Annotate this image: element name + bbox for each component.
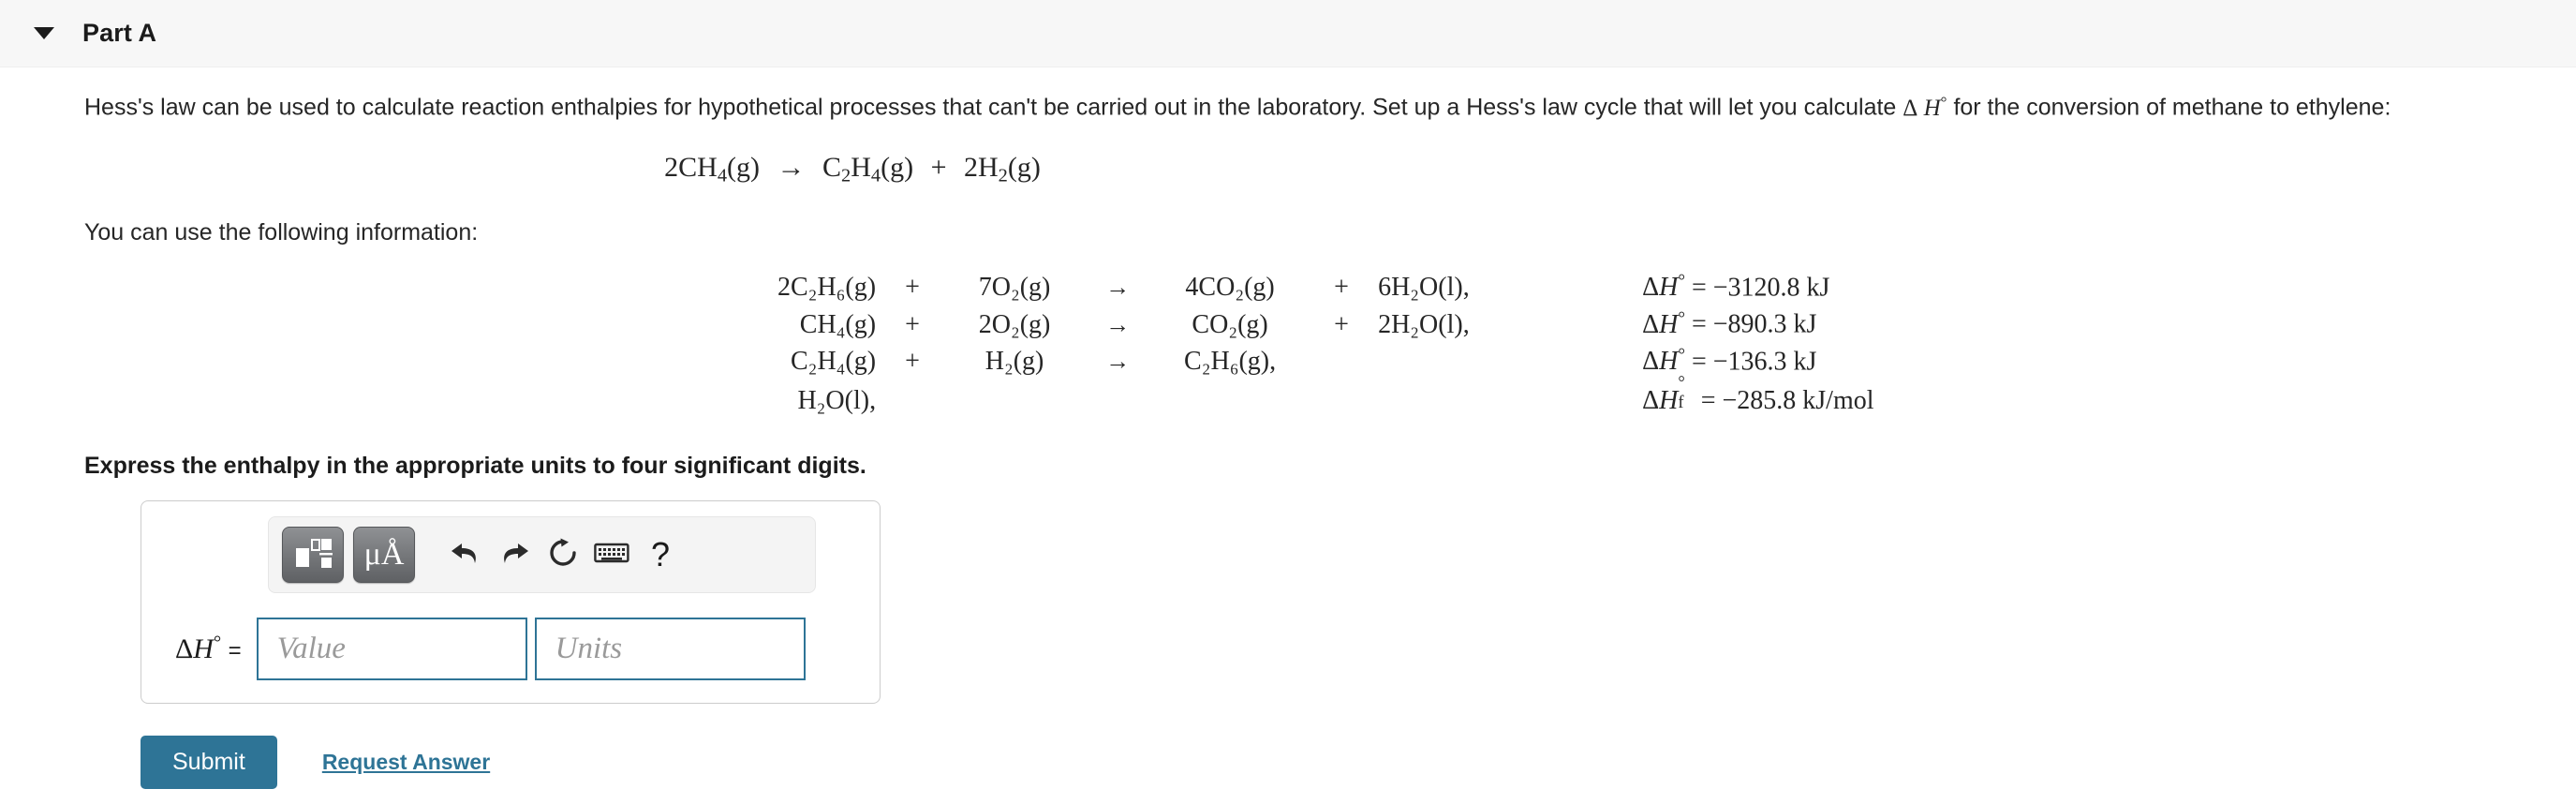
undo-arrow-icon: [449, 538, 482, 573]
row0-plus2: +: [1334, 273, 1349, 303]
template-math-button[interactable]: [282, 527, 344, 584]
table-row: CH₄(g) + 2O₂(g) → CO₂(g) + 2H₂O(l), ΔH° …: [777, 305, 1874, 343]
submit-button[interactable]: Submit: [141, 736, 277, 790]
row1-enthalpy-value: = −890.3 kJ: [1691, 309, 1817, 339]
question-mark-icon: ?: [650, 535, 671, 574]
row0-enthalpy: ΔH° = −3120.8 kJ: [1642, 271, 1830, 303]
target-equation: 2CH4(g) → C2H4(g) + 2H2(g): [84, 124, 1621, 187]
keyboard-button[interactable]: [591, 534, 632, 575]
answer-input-row: ΔH° = Value Units: [141, 618, 880, 681]
row2-arrow: →: [1105, 348, 1131, 376]
row3-enthalpy: ΔH ° f = −285.8 kJ/mol: [1642, 372, 1874, 416]
prompt-delta-h-symbol: Δ H°: [1902, 93, 1947, 121]
answer-equals-sign: =: [228, 638, 242, 664]
row1-plus2: +: [1334, 309, 1349, 339]
row0-arrow: →: [1105, 274, 1131, 302]
row2-product: C₂H₆(g),: [1184, 347, 1277, 377]
triangle-down-icon[interactable]: [34, 27, 54, 39]
row2-oxidant: H₂(g): [985, 347, 1044, 377]
units-button[interactable]: μÅ: [353, 527, 415, 584]
reaction-table-body: 2C₂H₆(g) + 7O₂(g) → 4CO₂(g) + 6H₂O(l), Δ…: [777, 269, 1874, 420]
prompt-paragraph: Hess's law can be used to calculate reac…: [84, 67, 2576, 124]
keyboard-icon: [594, 541, 629, 570]
row1-enthalpy: ΔH° = −890.3 kJ: [1642, 308, 1817, 339]
row2-plus: +: [905, 347, 920, 377]
row0-oxidant: 7O₂(g): [978, 273, 1051, 303]
eq-reactant-state: (g): [727, 152, 760, 183]
instruction-text: Express the enthalpy in the appropriate …: [84, 453, 866, 480]
answer-toolbar: μÅ ?: [268, 516, 816, 594]
row2-plus2: [1305, 343, 1378, 380]
eq-reactant: CH: [678, 152, 718, 183]
part-header: Part A: [0, 0, 2576, 67]
eq-product2: H: [978, 152, 999, 183]
row3-product: [1155, 380, 1305, 419]
prompt-text-before: Hess's law can be used to calculate reac…: [84, 94, 1897, 121]
eq-product1-b: H: [851, 152, 871, 183]
redo-arrow-icon: [497, 538, 531, 573]
units-input[interactable]: Units: [534, 618, 806, 681]
row1-reactant: CH₄(g): [799, 309, 877, 339]
row3-enthalpy-value: = −285.8 kJ/mol: [1700, 386, 1874, 416]
row1-oxidant: 2O₂(g): [978, 309, 1051, 339]
micro-angstrom-icon: μÅ: [363, 537, 405, 573]
answer-panel: μÅ ? ΔH° = Value Units: [141, 500, 881, 705]
reaction-table: 2C₂H₆(g) + 7O₂(g) → 4CO₂(g) + 6H₂O(l), Δ…: [777, 269, 1874, 420]
eq-product1-sub2: 4: [870, 165, 881, 186]
answer-field-label: ΔH° =: [175, 633, 242, 665]
row3-water: [1378, 380, 1593, 419]
row3-arrow: [1080, 380, 1155, 419]
eq-reactant-coeff: 2: [664, 152, 679, 183]
row0-enthalpy-value: = −3120.8 kJ: [1691, 273, 1830, 303]
table-row: H₂O(l), ΔH ° f = −285.8 kJ/mol: [777, 372, 1874, 419]
page-title: Part A: [82, 19, 157, 47]
eq-arrow: →: [777, 152, 806, 183]
row2-water: [1378, 343, 1593, 380]
row3-oxidant: [949, 380, 1080, 419]
row1-water: 2H₂O(l),: [1378, 309, 1470, 339]
row0-plus: +: [905, 273, 920, 303]
row0-reactant: 2C₂H₆(g): [777, 273, 877, 303]
eq-product1-state: (g): [881, 152, 914, 183]
eq-product2-sub: 2: [998, 165, 1008, 186]
units-input-placeholder: Units: [555, 632, 623, 666]
eq-product2-coeff: 2: [964, 152, 978, 183]
row2-enthalpy: ΔH° = −136.3 kJ: [1642, 345, 1817, 377]
table-row: C₂H₄(g) + H₂(g) → C₂H₆(g), ΔH° = −136.3 …: [777, 343, 1874, 380]
eq-product1: C: [822, 152, 842, 183]
row1-product: CO₂(g): [1192, 309, 1268, 339]
value-input-placeholder: Value: [276, 632, 346, 666]
eq-reactant-sub: 4: [717, 165, 728, 186]
request-answer-link[interactable]: Request Answer: [322, 750, 490, 775]
row1-plus: +: [905, 309, 920, 339]
row3-reactant: H₂O(l),: [797, 386, 877, 416]
table-row: 2C₂H₆(g) + 7O₂(g) → 4CO₂(g) + 6H₂O(l), Δ…: [777, 269, 1874, 306]
reset-button[interactable]: [542, 534, 584, 575]
prompt-text-after: for the conversion of methane to ethylen…: [1953, 94, 2391, 121]
row0-water: 6H₂O(l),: [1378, 273, 1470, 303]
footer-actions: Submit Request Answer: [141, 736, 2576, 790]
row1-arrow: →: [1105, 310, 1131, 338]
row3-plus2: [1305, 380, 1378, 419]
info-label: You can use the following information:: [84, 218, 479, 246]
help-button[interactable]: ?: [640, 534, 681, 575]
undo-button[interactable]: [445, 534, 486, 575]
value-input[interactable]: Value: [256, 618, 527, 681]
row2-enthalpy-value: = −136.3 kJ: [1691, 347, 1817, 377]
reset-circular-arrow-icon: [547, 537, 579, 573]
eq-plus: +: [930, 152, 947, 183]
body-content: Hess's law can be used to calculate reac…: [0, 67, 2576, 790]
row2-reactant: C₂H₄(g): [791, 347, 877, 377]
math-template-icon: [293, 536, 333, 574]
redo-button[interactable]: [494, 534, 535, 575]
eq-product1-sub1: 2: [841, 165, 851, 186]
eq-product2-state: (g): [1007, 152, 1041, 183]
row0-product: 4CO₂(g): [1185, 273, 1275, 303]
row3-plus: [876, 380, 949, 419]
